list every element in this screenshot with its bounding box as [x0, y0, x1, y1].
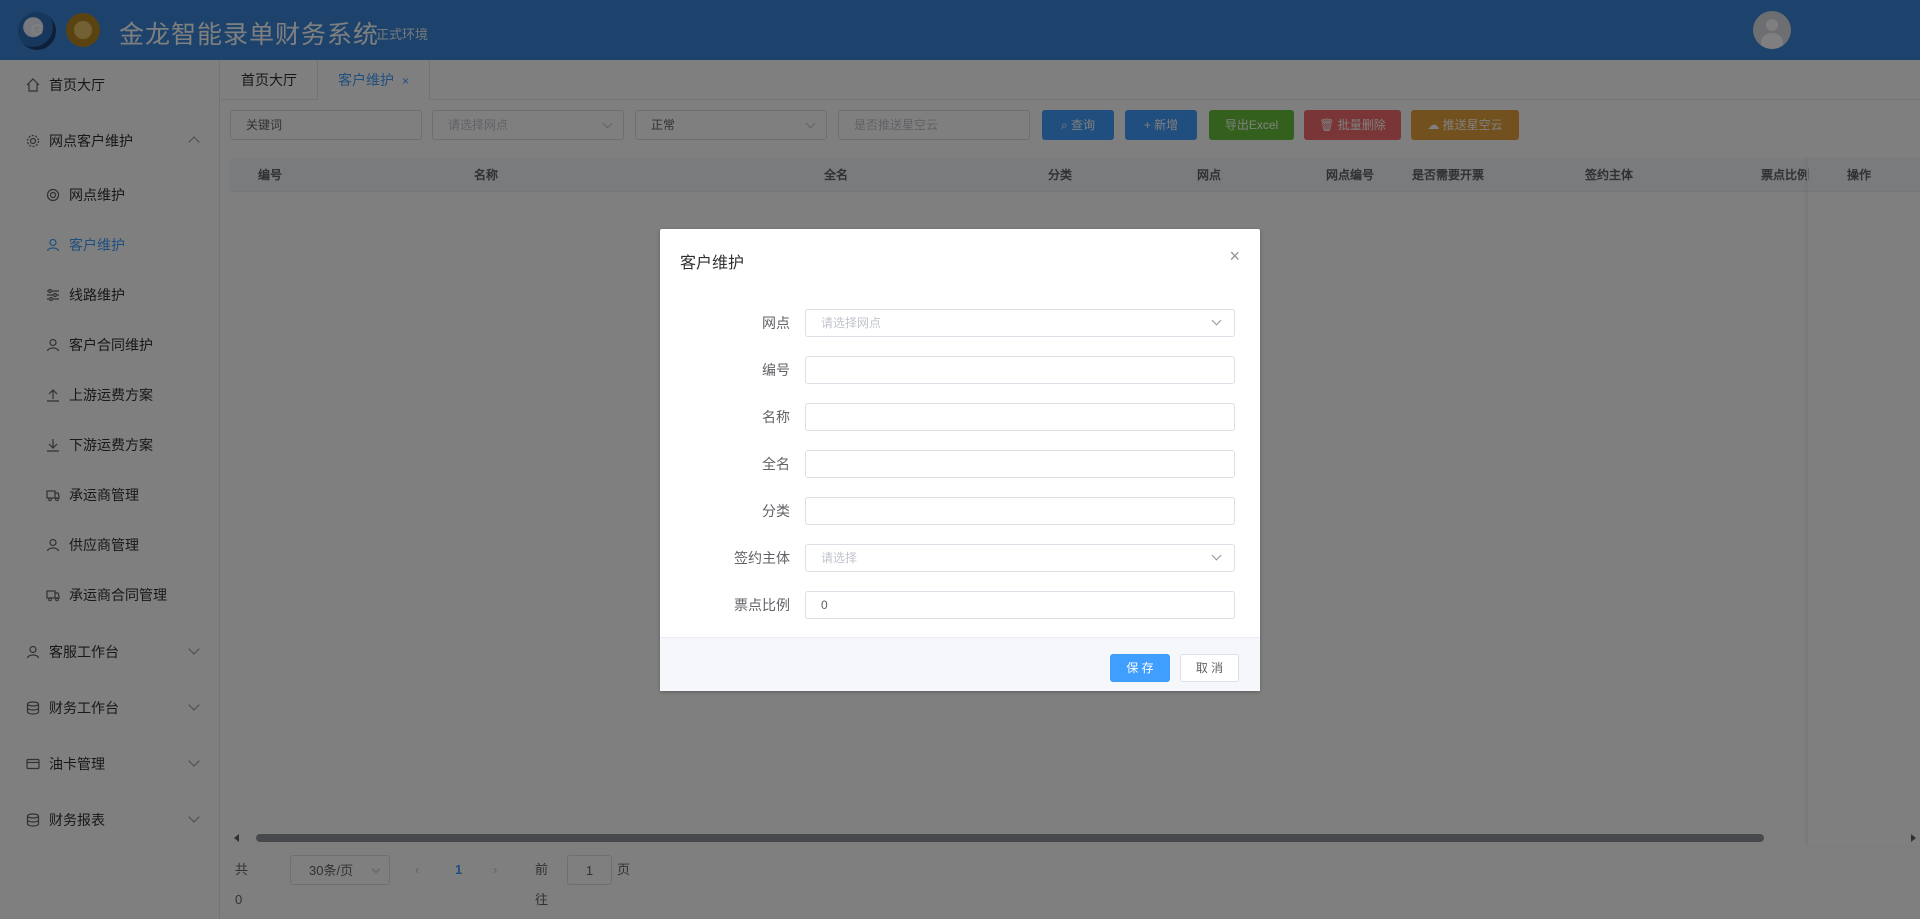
chevron-down-icon [1211, 550, 1222, 561]
cancel-button[interactable]: 取 消 [1180, 654, 1239, 682]
save-button[interactable]: 保 存 [1110, 654, 1170, 682]
form-row-code: 编号 [660, 355, 1260, 385]
form-label: 名称 [762, 409, 790, 425]
close-icon[interactable]: × [1229, 247, 1240, 265]
code-input[interactable] [805, 356, 1235, 384]
chevron-down-icon [1211, 315, 1222, 326]
name-input[interactable] [805, 403, 1235, 431]
form-row-site: 网点 请选择网点 [660, 308, 1260, 338]
form-label: 分类 [762, 503, 790, 519]
form-row-category: 分类 [660, 496, 1260, 526]
ticket-ratio-input[interactable]: 0 [805, 591, 1235, 619]
dialog-footer: 保 存 取 消 [660, 637, 1260, 691]
form-row-name: 名称 [660, 402, 1260, 432]
form-row-contract-entity: 签约主体 请选择 [660, 543, 1260, 573]
site-select[interactable]: 请选择网点 [805, 309, 1235, 337]
customer-dialog: 客户维护 × 网点 请选择网点 编号 名称 全名 分类 签约主体 请选择 票点比… [660, 229, 1260, 691]
dialog-title: 客户维护 [680, 255, 745, 272]
contract-entity-select[interactable]: 请选择 [805, 544, 1235, 572]
site-select-value: 请选择网点 [821, 316, 882, 330]
form-label: 票点比例 [734, 597, 790, 613]
form-label: 网点 [762, 315, 790, 331]
fullname-input[interactable] [805, 450, 1235, 478]
contract-entity-value: 请选择 [821, 551, 858, 565]
category-input[interactable] [805, 497, 1235, 525]
form-label: 全名 [762, 456, 790, 472]
form-row-fullname: 全名 [660, 449, 1260, 479]
form-row-ticket-ratio: 票点比例 0 [660, 590, 1260, 620]
form-label: 编号 [762, 362, 790, 378]
form-label: 签约主体 [734, 550, 790, 566]
